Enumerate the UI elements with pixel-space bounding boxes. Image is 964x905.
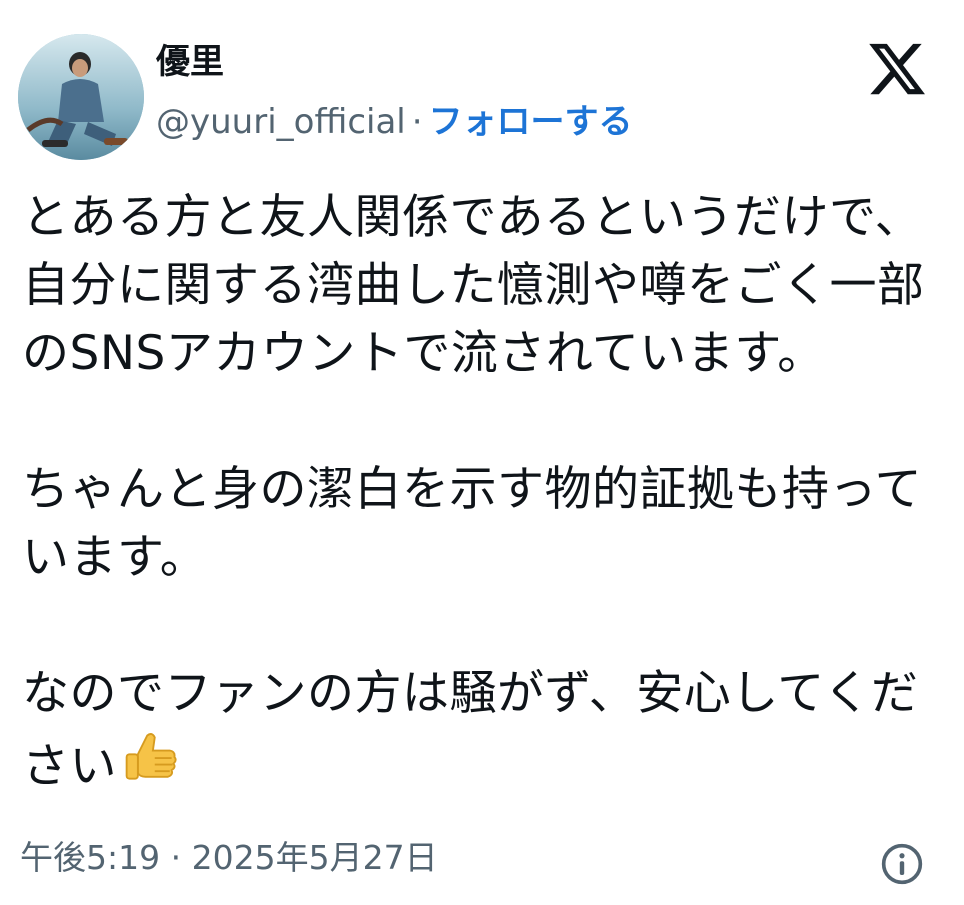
author-info: 優里 @yuuri_official · フォローする <box>156 42 633 142</box>
avatar-image <box>18 34 144 160</box>
tweet-paragraph-1: とある方と友人関係であるというだけで、自分に関する湾曲した憶測や噂をごく一部のS… <box>22 190 925 381</box>
handle[interactable]: @yuuri_official <box>156 102 406 142</box>
follow-button[interactable]: フォローする <box>429 102 633 142</box>
handle-row: @yuuri_official · フォローする <box>156 102 633 142</box>
tweet-text: とある方と友人関係であるというだけで、自分に関する湾曲した憶測や噂をごく一部のS… <box>22 184 942 801</box>
timestamp-separator: · <box>170 838 182 877</box>
tweet-timestamp[interactable]: 午後5:19 · 2025年5月27日 <box>20 838 438 878</box>
tweet-date: 2025年5月27日 <box>191 838 438 877</box>
thumbs-up-emoji-icon <box>125 733 177 780</box>
separator-dot: · <box>411 102 423 142</box>
tweet-header: 優里 @yuuri_official · フォローする <box>18 32 946 162</box>
avatar[interactable] <box>18 34 144 160</box>
display-name[interactable]: 優里 <box>156 42 633 82</box>
tweet-paragraph-2: ちゃんと身の潔白を示す物的証拠も持っています。 <box>22 462 923 585</box>
info-icon[interactable] <box>880 842 924 886</box>
tweet-time: 午後5:19 <box>20 838 161 877</box>
tweet-card: 優里 @yuuri_official · フォローする とある方と友人関係であるとい… <box>0 0 964 905</box>
x-logo-icon[interactable] <box>866 38 928 100</box>
